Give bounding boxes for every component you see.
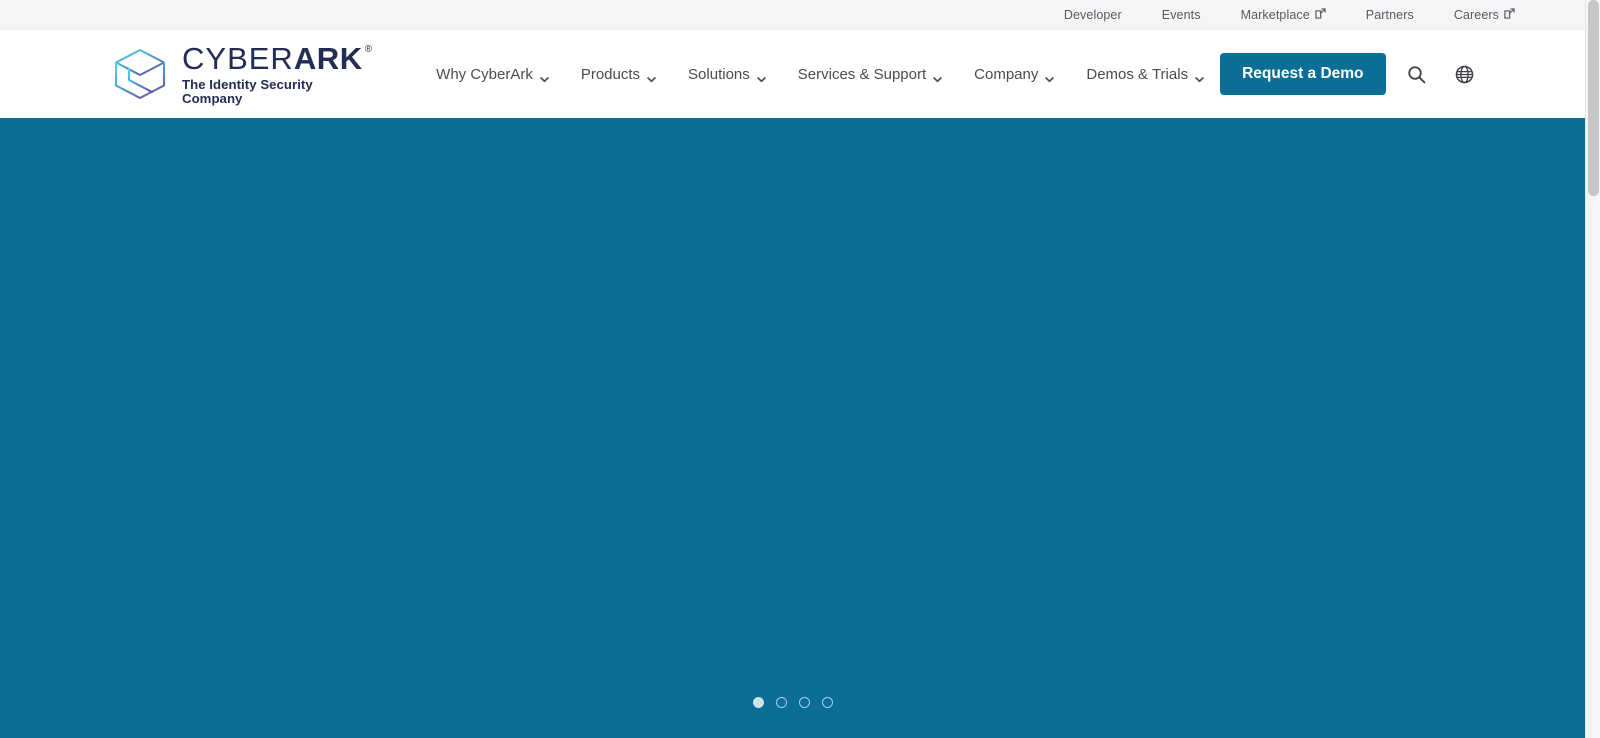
logo-word-light: CYBER bbox=[182, 41, 294, 77]
hero-slide-content bbox=[0, 118, 1585, 738]
utility-link-label: Events bbox=[1161, 7, 1201, 22]
primary-nav: Why CyberArk Products Solutions Services… bbox=[420, 66, 1220, 83]
utility-link-marketplace[interactable]: Marketplace bbox=[1241, 8, 1326, 22]
external-link-icon bbox=[1504, 8, 1515, 19]
browser-page: Developer Events Marketplace Partners Ca… bbox=[0, 0, 1600, 738]
carousel-pagination bbox=[0, 697, 1585, 708]
globe-icon[interactable] bbox=[1448, 57, 1482, 91]
utility-bar: Developer Events Marketplace Partners Ca… bbox=[0, 0, 1585, 30]
utility-link-label: Partners bbox=[1365, 7, 1414, 22]
chevron-down-icon bbox=[756, 71, 766, 82]
utility-link-careers[interactable]: Careers bbox=[1454, 8, 1515, 22]
registered-mark: ® bbox=[364, 44, 373, 56]
cube-logo-icon bbox=[112, 47, 168, 101]
search-icon[interactable] bbox=[1400, 57, 1434, 91]
chevron-down-icon bbox=[933, 71, 942, 82]
vertical-scrollbar[interactable] bbox=[1585, 0, 1600, 738]
page-viewport: Developer Events Marketplace Partners Ca… bbox=[0, 0, 1585, 738]
scrollbar-thumb[interactable] bbox=[1588, 0, 1599, 196]
nav-item-products[interactable]: Products bbox=[565, 66, 672, 83]
logo-tagline: The Identity Security Company bbox=[182, 77, 313, 106]
chevron-down-icon bbox=[540, 71, 549, 82]
nav-item-label: Why CyberArk bbox=[436, 65, 533, 83]
logo-wordmark: CYBER ARK ® The Identity Security Compan… bbox=[182, 43, 372, 104]
utility-link-label: Marketplace bbox=[1240, 7, 1310, 22]
utility-link-label: Developer bbox=[1063, 7, 1122, 22]
utility-link-partners[interactable]: Partners bbox=[1366, 8, 1414, 22]
nav-item-why-cyberark[interactable]: Why CyberArk bbox=[420, 66, 565, 83]
nav-item-solutions[interactable]: Solutions bbox=[672, 66, 782, 83]
carousel-dot-2[interactable] bbox=[775, 697, 787, 708]
logo-word-bold: ARK bbox=[293, 41, 363, 77]
nav-right-cluster: Request a Demo bbox=[1220, 53, 1481, 95]
nav-item-label: Demos & Trials bbox=[1086, 65, 1189, 83]
cyberark-logo[interactable]: CYBER ARK ® The Identity Security Compan… bbox=[112, 43, 372, 105]
hero-banner bbox=[0, 118, 1585, 738]
chevron-down-icon bbox=[647, 71, 656, 82]
nav-item-label: Products bbox=[580, 65, 641, 83]
utility-link-events[interactable]: Events bbox=[1162, 8, 1201, 22]
nav-item-demos-trials[interactable]: Demos & Trials bbox=[1070, 66, 1220, 83]
nav-item-company[interactable]: Company bbox=[958, 66, 1070, 83]
external-link-icon bbox=[1315, 8, 1326, 19]
main-navigation-bar: CYBER ARK ® The Identity Security Compan… bbox=[0, 30, 1585, 118]
nav-item-services-support[interactable]: Services & Support bbox=[782, 66, 958, 83]
chevron-down-icon bbox=[1195, 71, 1204, 82]
chevron-down-icon bbox=[1045, 71, 1055, 82]
utility-link-label: Careers bbox=[1453, 7, 1499, 22]
nav-item-label: Company bbox=[974, 65, 1039, 83]
nav-item-label: Services & Support bbox=[797, 65, 927, 83]
carousel-dot-1[interactable] bbox=[752, 697, 764, 708]
carousel-dot-4[interactable] bbox=[821, 697, 833, 708]
utility-link-developer[interactable]: Developer bbox=[1064, 8, 1122, 22]
request-a-demo-button[interactable]: Request a Demo bbox=[1220, 53, 1386, 95]
nav-item-label: Solutions bbox=[688, 65, 750, 83]
carousel-dot-3[interactable] bbox=[798, 697, 810, 708]
